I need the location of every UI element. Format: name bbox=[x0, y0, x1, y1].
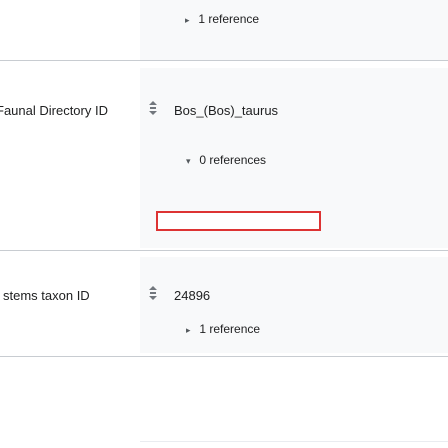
statement-divider bbox=[140, 441, 448, 442]
property-label[interactable]: Faunal Directory ID bbox=[0, 103, 108, 118]
collapsed-arrow-icon: ▸ bbox=[185, 15, 190, 25]
statement-divider bbox=[0, 60, 448, 61]
references-label: 1 reference bbox=[198, 12, 260, 26]
statement-value-panel bbox=[140, 0, 448, 60]
statement-list: ▸ 1 reference Faunal Directory ID Bos_(B… bbox=[0, 0, 448, 448]
normal-rank-icon[interactable] bbox=[148, 101, 158, 115]
references-toggle[interactable]: ▸ 1 reference bbox=[186, 322, 260, 336]
references-label: 1 reference bbox=[199, 322, 261, 336]
statement-value[interactable]: 24896 bbox=[174, 288, 210, 303]
references-label: 0 references bbox=[199, 153, 267, 167]
statement-value-panel bbox=[140, 257, 448, 353]
add-reference-input[interactable] bbox=[156, 211, 321, 231]
property-label[interactable]: stems taxon ID bbox=[3, 288, 90, 303]
statement-divider bbox=[0, 356, 448, 357]
expanded-arrow-icon: ▾ bbox=[186, 156, 191, 166]
statement-value-link[interactable]: Bos_(Bos)_taurus bbox=[174, 103, 278, 118]
normal-rank-icon[interactable] bbox=[148, 286, 158, 300]
references-toggle[interactable]: ▾ 0 references bbox=[186, 153, 266, 167]
collapsed-arrow-icon: ▸ bbox=[186, 325, 191, 335]
statement-divider bbox=[0, 250, 448, 251]
references-toggle[interactable]: ▸ 1 reference bbox=[185, 12, 259, 26]
